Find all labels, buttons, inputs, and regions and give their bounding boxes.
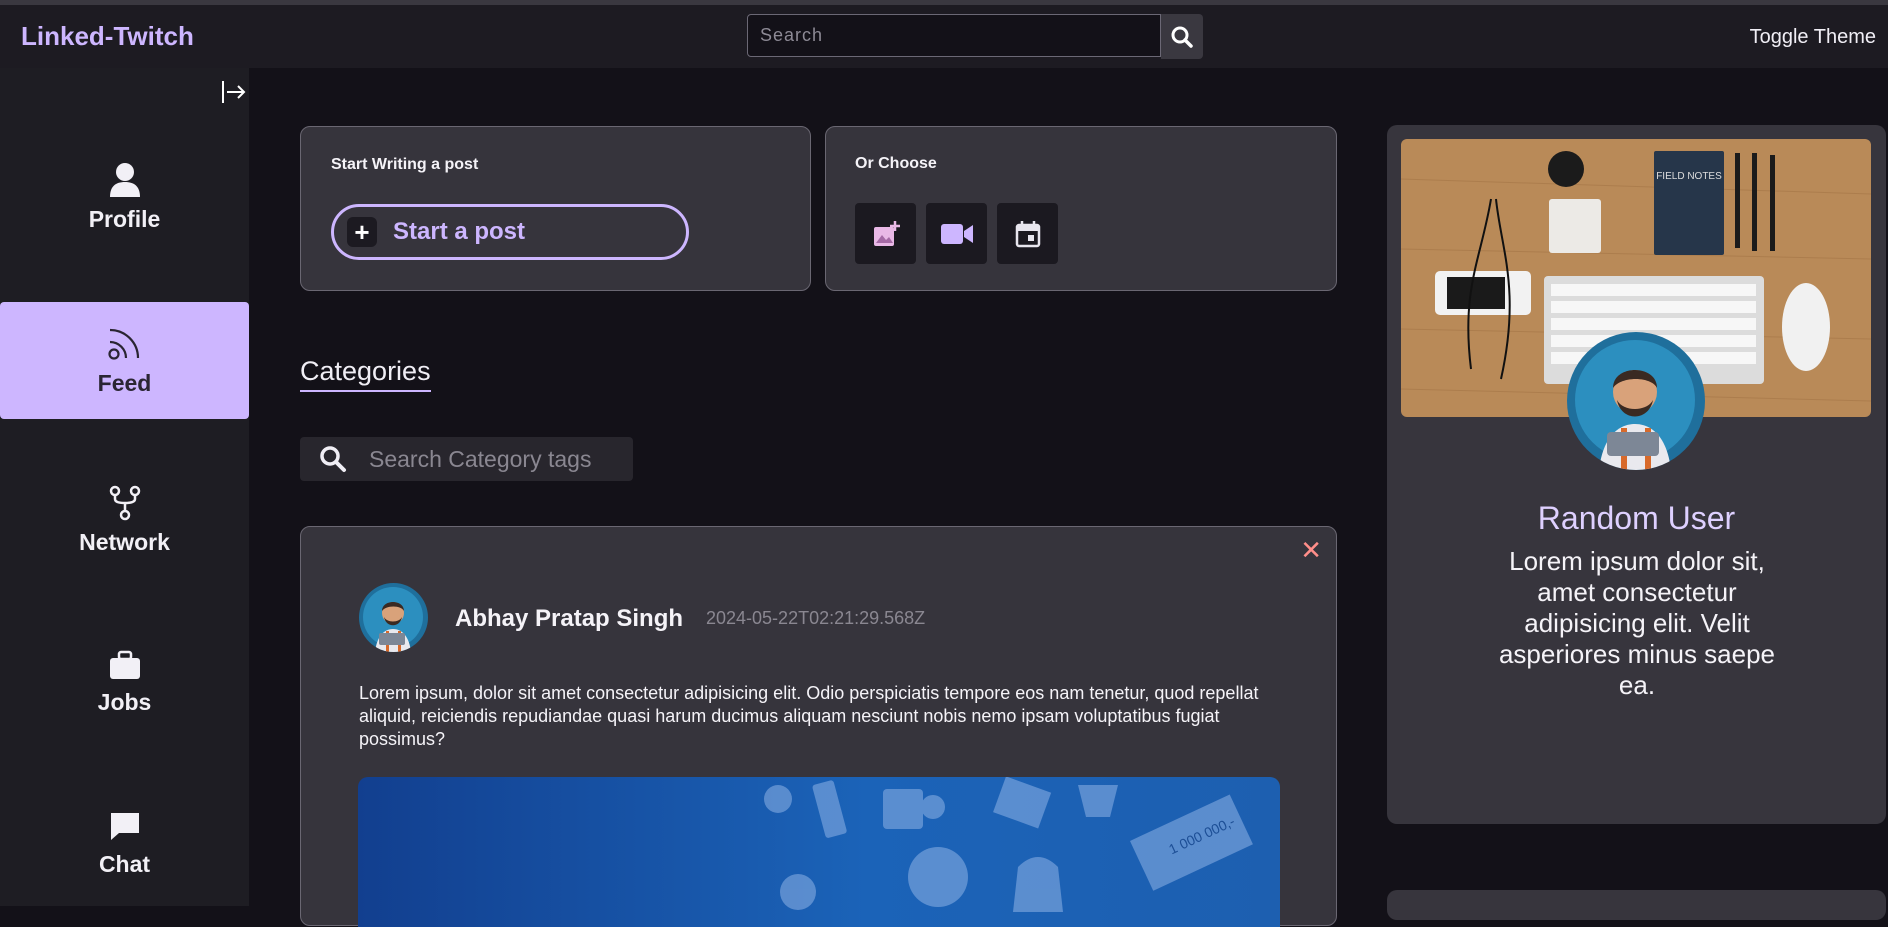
- collapse-sidebar-button[interactable]: [219, 78, 247, 106]
- post-timestamp: 2024-05-22T02:21:29.568Z: [706, 608, 926, 628]
- profile-bio: Lorem ipsum dolor sit, amet consectetur …: [1498, 546, 1776, 700]
- avatar-illustration: [359, 583, 428, 652]
- sidebar-item-network[interactable]: Network: [0, 462, 249, 579]
- finance-illustration: 1 000 000,-: [358, 777, 1280, 927]
- top-navbar: Linked-Twitch Toggle Theme: [0, 5, 1888, 68]
- category-search[interactable]: Search Category tags: [300, 437, 633, 481]
- briefcase-icon: [109, 650, 140, 679]
- add-video-button[interactable]: [926, 203, 987, 264]
- composer-title: Start Writing a post: [331, 156, 479, 173]
- search-icon: [320, 446, 346, 472]
- post-author-name[interactable]: Abhay Pratap Singh: [455, 605, 683, 633]
- search-button[interactable]: [1161, 14, 1203, 59]
- sidebar-item-label: Jobs: [97, 689, 152, 715]
- media-choose-card: Or Choose: [825, 126, 1337, 291]
- profile-avatar[interactable]: [1567, 332, 1705, 470]
- post-composer-card: Start Writing a post + Start a post: [300, 126, 811, 291]
- profile-name[interactable]: Random User: [1387, 500, 1886, 537]
- category-search-placeholder: Search Category tags: [369, 445, 592, 472]
- chat-bubble-icon: [110, 813, 139, 840]
- sidebar-item-profile[interactable]: Profile: [0, 139, 249, 256]
- header-search: [747, 14, 1203, 59]
- profile-summary-card: FIELD NOTES Random User Lorem ipsum dolo…: [1387, 125, 1886, 824]
- network-icon: [109, 485, 140, 521]
- person-icon: [109, 163, 140, 197]
- choose-title: Or Choose: [855, 155, 937, 172]
- search-icon: [1171, 26, 1193, 48]
- collapse-arrow-icon: [222, 81, 246, 103]
- add-photo-icon: [873, 220, 900, 246]
- sidebar-item-label: Chat: [98, 851, 151, 877]
- post-image[interactable]: 1 000 000,-: [358, 777, 1280, 927]
- close-post-button[interactable]: ✕: [1300, 535, 1322, 566]
- categories-heading[interactable]: Categories: [300, 356, 431, 392]
- sidebar: Profile Feed Network Jobs Chat: [0, 68, 249, 906]
- post-body: Lorem ipsum, dolor sit amet consectetur …: [359, 683, 1259, 749]
- plus-icon: +: [347, 217, 377, 247]
- author-avatar[interactable]: [359, 583, 428, 652]
- sidebar-item-label: Feed: [97, 370, 152, 396]
- toggle-theme-button[interactable]: Toggle Theme: [1750, 26, 1876, 49]
- sidebar-item-label: Profile: [88, 206, 161, 232]
- avatar-illustration: [1567, 332, 1705, 470]
- post-card: ✕ Abhay Pratap Singh 2024-05-22T02:21:29…: [300, 526, 1337, 927]
- start-post-label: Start a post: [393, 218, 526, 245]
- video-icon: [940, 223, 973, 244]
- secondary-card: [1387, 890, 1886, 920]
- search-input[interactable]: [747, 14, 1161, 57]
- brand-logo[interactable]: Linked-Twitch: [21, 21, 194, 52]
- add-event-button[interactable]: [997, 203, 1058, 264]
- rss-icon: [107, 328, 139, 360]
- sidebar-item-feed[interactable]: Feed: [0, 302, 249, 419]
- sidebar-item-chat[interactable]: Chat: [0, 785, 249, 902]
- field-notes-label: FIELD NOTES: [1656, 171, 1722, 182]
- add-photo-button[interactable]: [855, 203, 916, 264]
- sidebar-item-label: Network: [79, 529, 170, 555]
- start-post-button[interactable]: + Start a post: [331, 204, 689, 260]
- sidebar-item-jobs[interactable]: Jobs: [0, 624, 249, 741]
- calendar-icon: [1015, 220, 1040, 247]
